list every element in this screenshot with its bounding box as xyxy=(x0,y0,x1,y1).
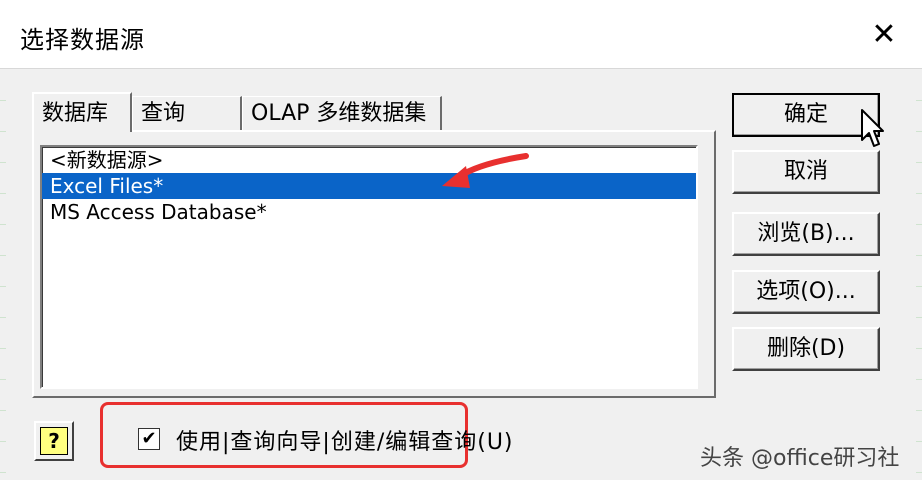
mouse-cursor-icon xyxy=(861,109,884,147)
tab-query[interactable]: 查询 xyxy=(132,96,242,130)
use-query-wizard-checkbox[interactable]: ✔ xyxy=(138,428,160,450)
dialog-title: 选择数据源 xyxy=(20,26,145,54)
browse-button[interactable]: 浏览(B)... xyxy=(732,212,880,256)
help-button[interactable]: ? xyxy=(34,421,74,461)
cancel-button[interactable]: 取消 xyxy=(732,150,880,194)
annotation-arrow-icon xyxy=(442,153,529,188)
title-bar: 选择数据源 ✕ xyxy=(0,0,922,68)
tab-olap-cube[interactable]: OLAP 多维数据集 xyxy=(242,96,442,130)
help-icon: ? xyxy=(40,427,68,455)
data-source-list[interactable]: <新数据源> Excel Files* MS Access Database* xyxy=(40,145,698,389)
use-query-wizard-label[interactable]: 使用|查询向导|创建/编辑查询(U) xyxy=(176,424,514,456)
watermark: 头条 @office研习社 xyxy=(700,446,900,471)
list-item-ms-access[interactable]: MS Access Database* xyxy=(42,199,696,225)
list-item-excel-files[interactable]: Excel Files* xyxy=(42,173,696,199)
list-item-new-source[interactable]: <新数据源> xyxy=(42,147,696,173)
ok-button[interactable]: 确定 xyxy=(732,93,880,137)
close-button[interactable]: ✕ xyxy=(864,16,904,52)
tab-database[interactable]: 数据库 xyxy=(32,92,132,132)
background-spreadsheet-right xyxy=(916,70,922,480)
title-divider xyxy=(0,68,922,69)
checkmark-icon: ✔ xyxy=(141,428,157,449)
background-spreadsheet-left xyxy=(0,70,6,480)
close-icon: ✕ xyxy=(871,16,897,52)
delete-button[interactable]: 删除(D) xyxy=(732,327,880,371)
options-button[interactable]: 选项(O)... xyxy=(732,270,880,314)
